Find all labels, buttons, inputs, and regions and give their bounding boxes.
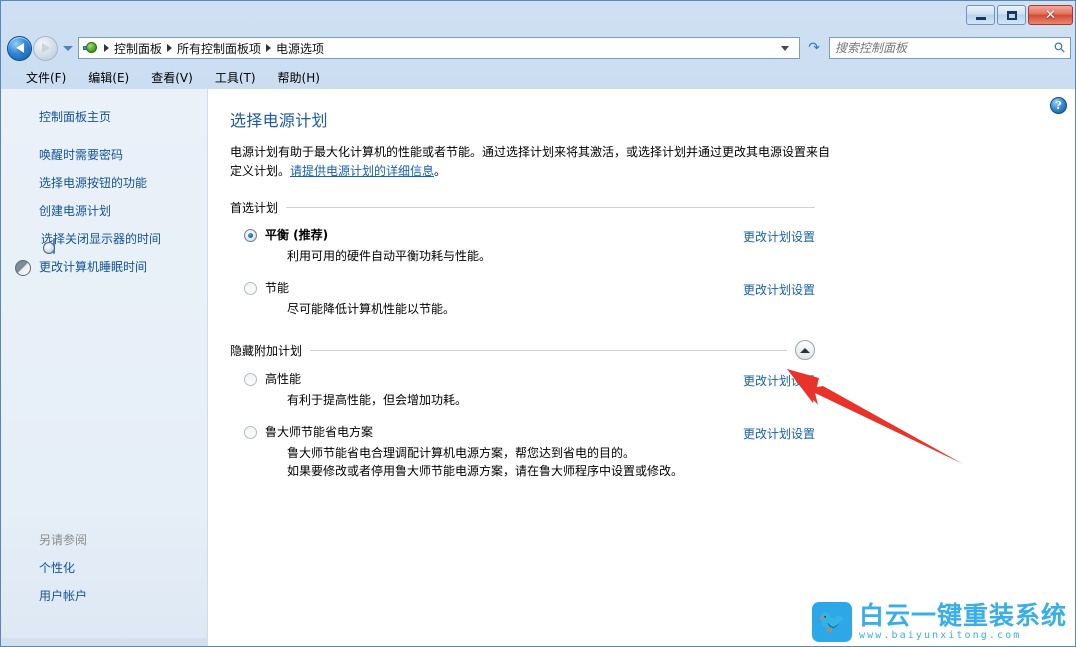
recent-pages-chevron-down-icon[interactable] (63, 46, 73, 51)
see-also-title: 另请参阅 (1, 527, 208, 554)
monitor-clock-icon (53, 238, 55, 254)
sidebar-item-label: 选择关闭显示器的时间 (41, 232, 161, 246)
maximize-button[interactable] (997, 5, 1026, 25)
breadcrumb-separator-icon (104, 44, 109, 52)
watermark-title: 白云一键重装系统 (859, 603, 1067, 629)
change-plan-settings-link[interactable]: 更改计划设置 (743, 228, 815, 245)
plan-name[interactable]: 平衡 (推荐) (265, 228, 328, 243)
minimize-button[interactable] (966, 5, 995, 25)
sidebar-footer-strip (1, 638, 208, 647)
sidebar-item-power-button-function[interactable]: 选择电源按钮的功能 (1, 169, 207, 197)
breadcrumb-item-0[interactable]: 控制面板 (111, 40, 165, 57)
sidebar-item-create-power-plan[interactable]: 创建电源计划 (1, 197, 207, 225)
control-panel-window: ✕ 控制面板 所有控制面板项 电源选项 (0, 0, 1076, 647)
page-description-tail: 。 (434, 164, 446, 178)
maximize-icon (1007, 11, 1017, 20)
plan-description-line2: 如果要修改或者停用鲁大师节能电源方案，请在鲁大师程序中设置或修改。 (287, 462, 815, 480)
sidebar-item-require-password[interactable]: 唤醒时需要密码 (1, 141, 207, 169)
forward-arrow-icon (42, 43, 50, 53)
change-plan-settings-link[interactable]: 更改计划设置 (743, 372, 815, 389)
content-area: 控制面板主页 唤醒时需要密码 选择电源按钮的功能 创建电源计划 选择关闭显示器的… (1, 89, 1076, 647)
sidebar-item-personalization[interactable]: 个性化 (1, 554, 208, 582)
change-plan-settings-link[interactable]: 更改计划设置 (743, 281, 815, 298)
plan-name[interactable]: 节能 (265, 281, 289, 296)
page-title: 选择电源计划 (230, 107, 1047, 131)
navigation-bar: 控制面板 所有控制面板项 电源选项 ↷ ⚲ (1, 31, 1076, 65)
title-bar: ✕ (1, 1, 1076, 31)
back-button[interactable] (7, 36, 32, 61)
menu-item-tools[interactable]: 工具(T) (204, 66, 267, 89)
watermark: 🐦 白云一键重装系统 www.baiyunxitong.com (812, 602, 1067, 642)
chevron-up-icon (800, 348, 810, 353)
plan-row: 高性能 有利于提高性能，但会增加功耗。 更改计划设置 (230, 372, 815, 409)
moon-icon (15, 260, 31, 276)
bird-icon: 🐦 (818, 611, 847, 634)
hidden-plans-label: 隐藏附加计划 (230, 342, 310, 359)
plan-row: 鲁大师节能省电方案 鲁大师节能省电合理调配计算机电源方案，帮您达到省电的目的。 … (230, 425, 815, 480)
sidebar-item-user-accounts[interactable]: 用户帐户 (1, 582, 208, 610)
menu-item-help[interactable]: 帮助(H) (267, 66, 331, 89)
menu-item-file[interactable]: 文件(F) (15, 66, 77, 89)
plan-name[interactable]: 鲁大师节能省电方案 (265, 425, 373, 440)
search-box[interactable]: ⚲ (829, 37, 1071, 59)
menu-bar: 文件(F) 编辑(E) 查看(V) 工具(T) 帮助(H) (1, 65, 1076, 89)
plan-radio-ludashi[interactable] (244, 426, 257, 439)
watermark-logo: 🐦 (812, 602, 852, 642)
menu-item-edit[interactable]: 编辑(E) (77, 66, 140, 89)
refresh-button[interactable]: ↷ (803, 40, 825, 56)
control-panel-icon (83, 40, 100, 56)
collapse-hidden-plans-button[interactable] (795, 340, 815, 360)
change-plan-settings-link[interactable]: 更改计划设置 (743, 425, 815, 442)
minimize-icon (976, 17, 986, 20)
sidebar-item-label: 更改计算机睡眠时间 (39, 260, 147, 274)
plan-description: 尽可能降低计算机性能以节能。 (287, 300, 815, 318)
sidebar-item-control-panel-home[interactable]: 控制面板主页 (1, 103, 207, 141)
preferred-plans-section-header: 首选计划 (230, 199, 815, 216)
close-icon: ✕ (1045, 9, 1056, 22)
section-divider (310, 350, 787, 351)
help-icon[interactable]: ? (1050, 97, 1067, 114)
plan-description: 鲁大师节能省电合理调配计算机电源方案，帮您达到省电的目的。 (287, 444, 815, 462)
back-arrow-icon (16, 43, 24, 53)
power-plan-details-link[interactable]: 请提供电源计划的详细信息 (290, 164, 434, 178)
plan-radio-power-saver[interactable] (244, 282, 257, 295)
nav-arrow-group (7, 36, 78, 61)
close-button[interactable]: ✕ (1028, 5, 1073, 25)
sidebar-item-change-sleep-time[interactable]: 更改计算机睡眠时间 (1, 253, 207, 281)
plan-description: 有利于提高性能，但会增加功耗。 (287, 391, 815, 409)
see-also-section: 另请参阅 个性化 用户帐户 (1, 527, 208, 610)
hidden-plans-section-header: 隐藏附加计划 (230, 340, 815, 360)
address-bar[interactable]: 控制面板 所有控制面板项 电源选项 (78, 37, 800, 59)
sidebar-item-choose-display-off-time[interactable]: 选择关闭显示器的时间 (1, 225, 207, 253)
breadcrumb-separator-icon (167, 44, 172, 52)
main-panel: ? 选择电源计划 电源计划有助于最大化计算机的性能或者节能。通过选择计划来将其激… (208, 89, 1076, 647)
page-description: 电源计划有助于最大化计算机的性能或者节能。通过选择计划来将其激活，或选择计划并通… (230, 143, 840, 181)
plan-radio-balanced[interactable] (244, 229, 257, 242)
breadcrumb-separator-icon (266, 44, 271, 52)
section-divider (286, 207, 815, 208)
plan-row: 平衡 (推荐) 利用可用的硬件自动平衡功耗与性能。 更改计划设置 (230, 228, 815, 265)
forward-button[interactable] (33, 36, 58, 61)
menu-item-view[interactable]: 查看(V) (140, 66, 204, 89)
window-controls: ✕ (966, 5, 1073, 25)
plan-description: 利用可用的硬件自动平衡功耗与性能。 (287, 247, 815, 265)
sidebar: 控制面板主页 唤醒时需要密码 选择电源按钮的功能 创建电源计划 选择关闭显示器的… (1, 89, 208, 647)
address-chevron-down-icon[interactable] (781, 46, 789, 51)
breadcrumb-item-1[interactable]: 所有控制面板项 (174, 40, 264, 57)
preferred-plans-label: 首选计划 (230, 199, 286, 216)
watermark-url: www.baiyunxitong.com (859, 629, 1067, 642)
search-input[interactable] (835, 41, 1055, 55)
plan-row: 节能 尽可能降低计算机性能以节能。 更改计划设置 (230, 281, 815, 318)
plan-name[interactable]: 高性能 (265, 372, 301, 387)
plan-radio-high-performance[interactable] (244, 373, 257, 386)
breadcrumb-item-2[interactable]: 电源选项 (273, 40, 327, 57)
